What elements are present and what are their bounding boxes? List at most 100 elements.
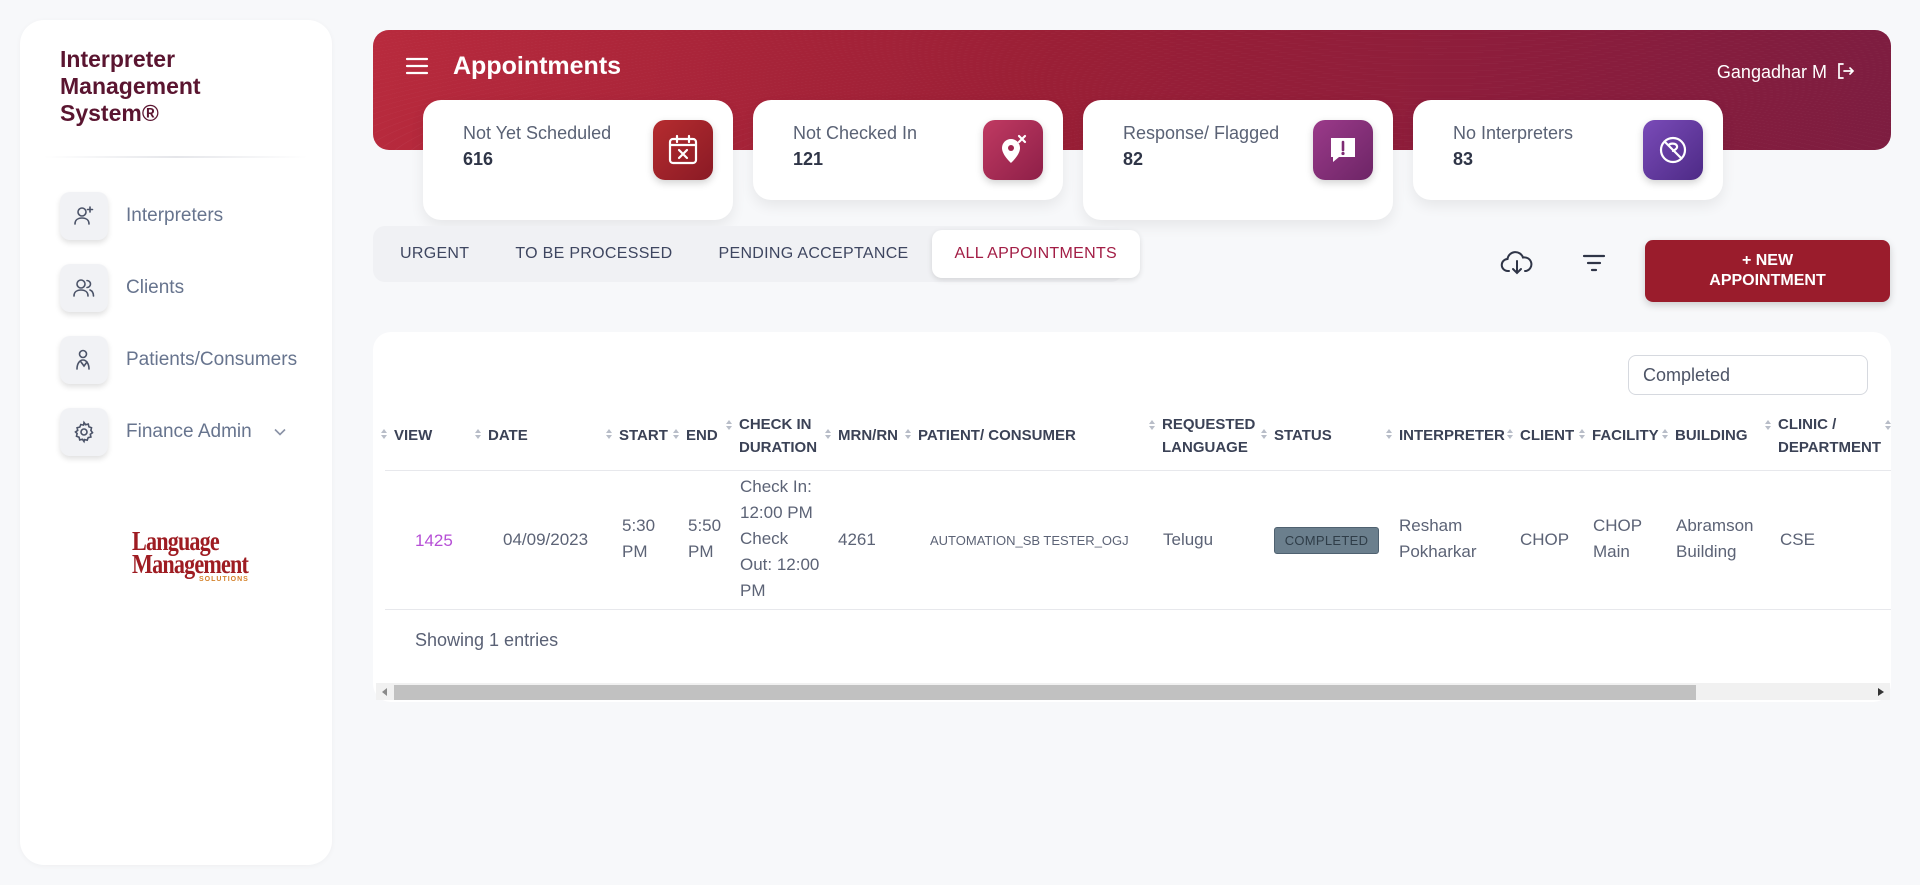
- column-header-view[interactable]: VIEW: [380, 424, 432, 447]
- sidebar: Interpreter Management System® Interpret…: [20, 20, 332, 865]
- column-header-facility[interactable]: FACILITY: [1578, 424, 1659, 447]
- stat-value: 83: [1453, 149, 1474, 169]
- column-header-requested-language[interactable]: REQUESTED LANGUAGE: [1148, 413, 1255, 459]
- sort-icon: [1764, 415, 1774, 438]
- sidebar-item-patients[interactable]: Patients/Consumers: [60, 336, 320, 384]
- stat-value: 82: [1123, 149, 1144, 169]
- logo-text-line2: Management: [132, 549, 249, 579]
- flag-message-icon: [1313, 120, 1373, 180]
- cell-facility: CHOP Main: [1593, 516, 1643, 561]
- scroll-left-icon[interactable]: [378, 685, 392, 699]
- cell-client: CHOP: [1520, 530, 1570, 549]
- cell-interpreter: Resham Pokharkar: [1399, 516, 1477, 561]
- scroll-right-icon[interactable]: [1874, 685, 1888, 699]
- page-title: Appointments: [453, 52, 622, 80]
- column-header-status[interactable]: STATUS: [1260, 424, 1332, 447]
- new-appointment-label-2: APPOINTMENT: [1709, 272, 1826, 289]
- column-header-interpreter[interactable]: INTERPRETER: [1385, 424, 1505, 447]
- gear-icon: [60, 408, 108, 456]
- status-filter-input[interactable]: [1628, 355, 1868, 395]
- column-header-patient[interactable]: PATIENT/ CONSUMER: [904, 424, 1076, 447]
- chevron-down-icon[interactable]: [274, 428, 286, 436]
- sort-icon: [1260, 424, 1270, 447]
- sidebar-item-clients[interactable]: Clients: [60, 264, 320, 312]
- filter-icon[interactable]: [1582, 253, 1606, 278]
- stat-label: No Interpreters: [1453, 123, 1574, 143]
- scrollbar-thumb[interactable]: [394, 685, 1696, 700]
- users-icon: [60, 264, 108, 312]
- sort-icon: [824, 424, 834, 447]
- cell-start: 5:30 PM: [622, 516, 656, 561]
- cell-check-in-duration: Check In: 12:00 PM Check Out: 12:00 PM: [740, 477, 820, 600]
- stat-label: Not Yet Scheduled: [463, 123, 612, 143]
- cell-building: Abramson Building: [1676, 516, 1754, 561]
- column-header-check-in-duration[interactable]: CHECK IN DURATION: [725, 413, 817, 459]
- appointment-tabs: URGENT TO BE PROCESSED PENDING ACCEPTANC…: [373, 226, 1141, 282]
- sort-icon: [672, 424, 682, 447]
- column-header-start[interactable]: START: [605, 424, 668, 447]
- stat-card-no-interpreters[interactable]: No Interpreters 83: [1413, 100, 1723, 200]
- user-plus-icon: [60, 192, 108, 240]
- column-header-client[interactable]: CLIENT: [1506, 424, 1574, 447]
- column-header-clinic-department[interactable]: CLINIC / DEPARTMENT: [1764, 413, 1881, 459]
- sort-icon: [1385, 424, 1395, 447]
- stat-card-not-yet-scheduled[interactable]: Not Yet Scheduled 616: [423, 100, 733, 220]
- table-footer-info: Showing 1 entries: [415, 630, 559, 650]
- status-badge: COMPLETED: [1274, 527, 1379, 554]
- sort-icon: [474, 424, 484, 447]
- horizontal-scrollbar[interactable]: [376, 683, 1890, 700]
- new-appointment-button[interactable]: + NEW APPOINTMENT: [1645, 240, 1890, 302]
- sort-icon: [1148, 415, 1158, 438]
- column-header-mrn[interactable]: MRN/RN: [824, 424, 898, 447]
- location-x-icon: [983, 120, 1043, 180]
- logo-text-line3: SOLUTIONS: [199, 576, 249, 583]
- cell-language: Telugu: [1163, 530, 1214, 549]
- sidebar-item-finance-admin[interactable]: Finance Admin: [60, 408, 320, 456]
- sort-icon: [1506, 424, 1516, 447]
- sort-icon: [605, 424, 615, 447]
- sort-icon: [380, 424, 390, 447]
- cell-end: 5:50 PM: [688, 516, 722, 561]
- sort-icon: [725, 415, 735, 438]
- cell-mrn: 4261: [838, 530, 876, 549]
- stat-card-not-checked-in[interactable]: Not Checked In 121: [753, 100, 1063, 200]
- logout-icon[interactable]: [1835, 61, 1855, 86]
- stat-label: Response/ Flagged: [1123, 123, 1280, 143]
- sidebar-item-label: Clients: [126, 277, 185, 298]
- no-interpreter-icon: [1643, 120, 1703, 180]
- sidebar-item-label: Finance Admin: [126, 421, 252, 442]
- stat-value: 616: [463, 149, 494, 169]
- stat-label: Not Checked In: [793, 123, 918, 143]
- view-link[interactable]: 1425: [415, 528, 453, 554]
- company-logo: Language Management SOLUTIONS: [132, 528, 262, 586]
- column-header-date[interactable]: DATE: [474, 424, 528, 447]
- menu-icon[interactable]: [405, 56, 429, 81]
- calendar-x-icon: [653, 120, 713, 180]
- cell-date: 04/09/2023: [503, 530, 589, 549]
- sidebar-item-interpreters[interactable]: Interpreters: [60, 192, 320, 240]
- sort-icon: [1884, 415, 1894, 438]
- tab-all-appointments[interactable]: ALL APPOINTMENTS: [931, 230, 1141, 278]
- sidebar-item-label: Patients/Consumers: [126, 349, 298, 370]
- cloud-download-icon[interactable]: [1500, 250, 1534, 283]
- patient-icon: [60, 336, 108, 384]
- stat-card-response-flagged[interactable]: Response/ Flagged 82: [1083, 100, 1393, 220]
- cell-clinic: CSE: [1780, 530, 1815, 549]
- tab-urgent[interactable]: URGENT: [377, 230, 492, 278]
- user-name[interactable]: Gangadhar M: [1717, 62, 1827, 83]
- table-header-divider: [385, 470, 1891, 471]
- cell-patient: AUTOMATION_SB TESTER_OGJ: [930, 533, 1129, 548]
- sidebar-divider: [44, 156, 308, 158]
- tab-to-be-processed[interactable]: TO BE PROCESSED: [492, 230, 695, 278]
- stat-value: 121: [793, 149, 824, 169]
- sort-icon: [1661, 424, 1671, 447]
- column-header-partial[interactable]: [1884, 413, 1898, 438]
- sidebar-item-label: Interpreters: [126, 205, 224, 226]
- tab-pending-acceptance[interactable]: PENDING ACCEPTANCE: [696, 230, 932, 278]
- app-title: Interpreter Management System®: [60, 46, 201, 126]
- new-appointment-label-1: + NEW: [1741, 252, 1794, 269]
- column-header-building[interactable]: BUILDING: [1661, 424, 1748, 447]
- sort-icon: [1578, 424, 1588, 447]
- table-row-divider: [385, 609, 1891, 610]
- column-header-end[interactable]: END: [672, 424, 718, 447]
